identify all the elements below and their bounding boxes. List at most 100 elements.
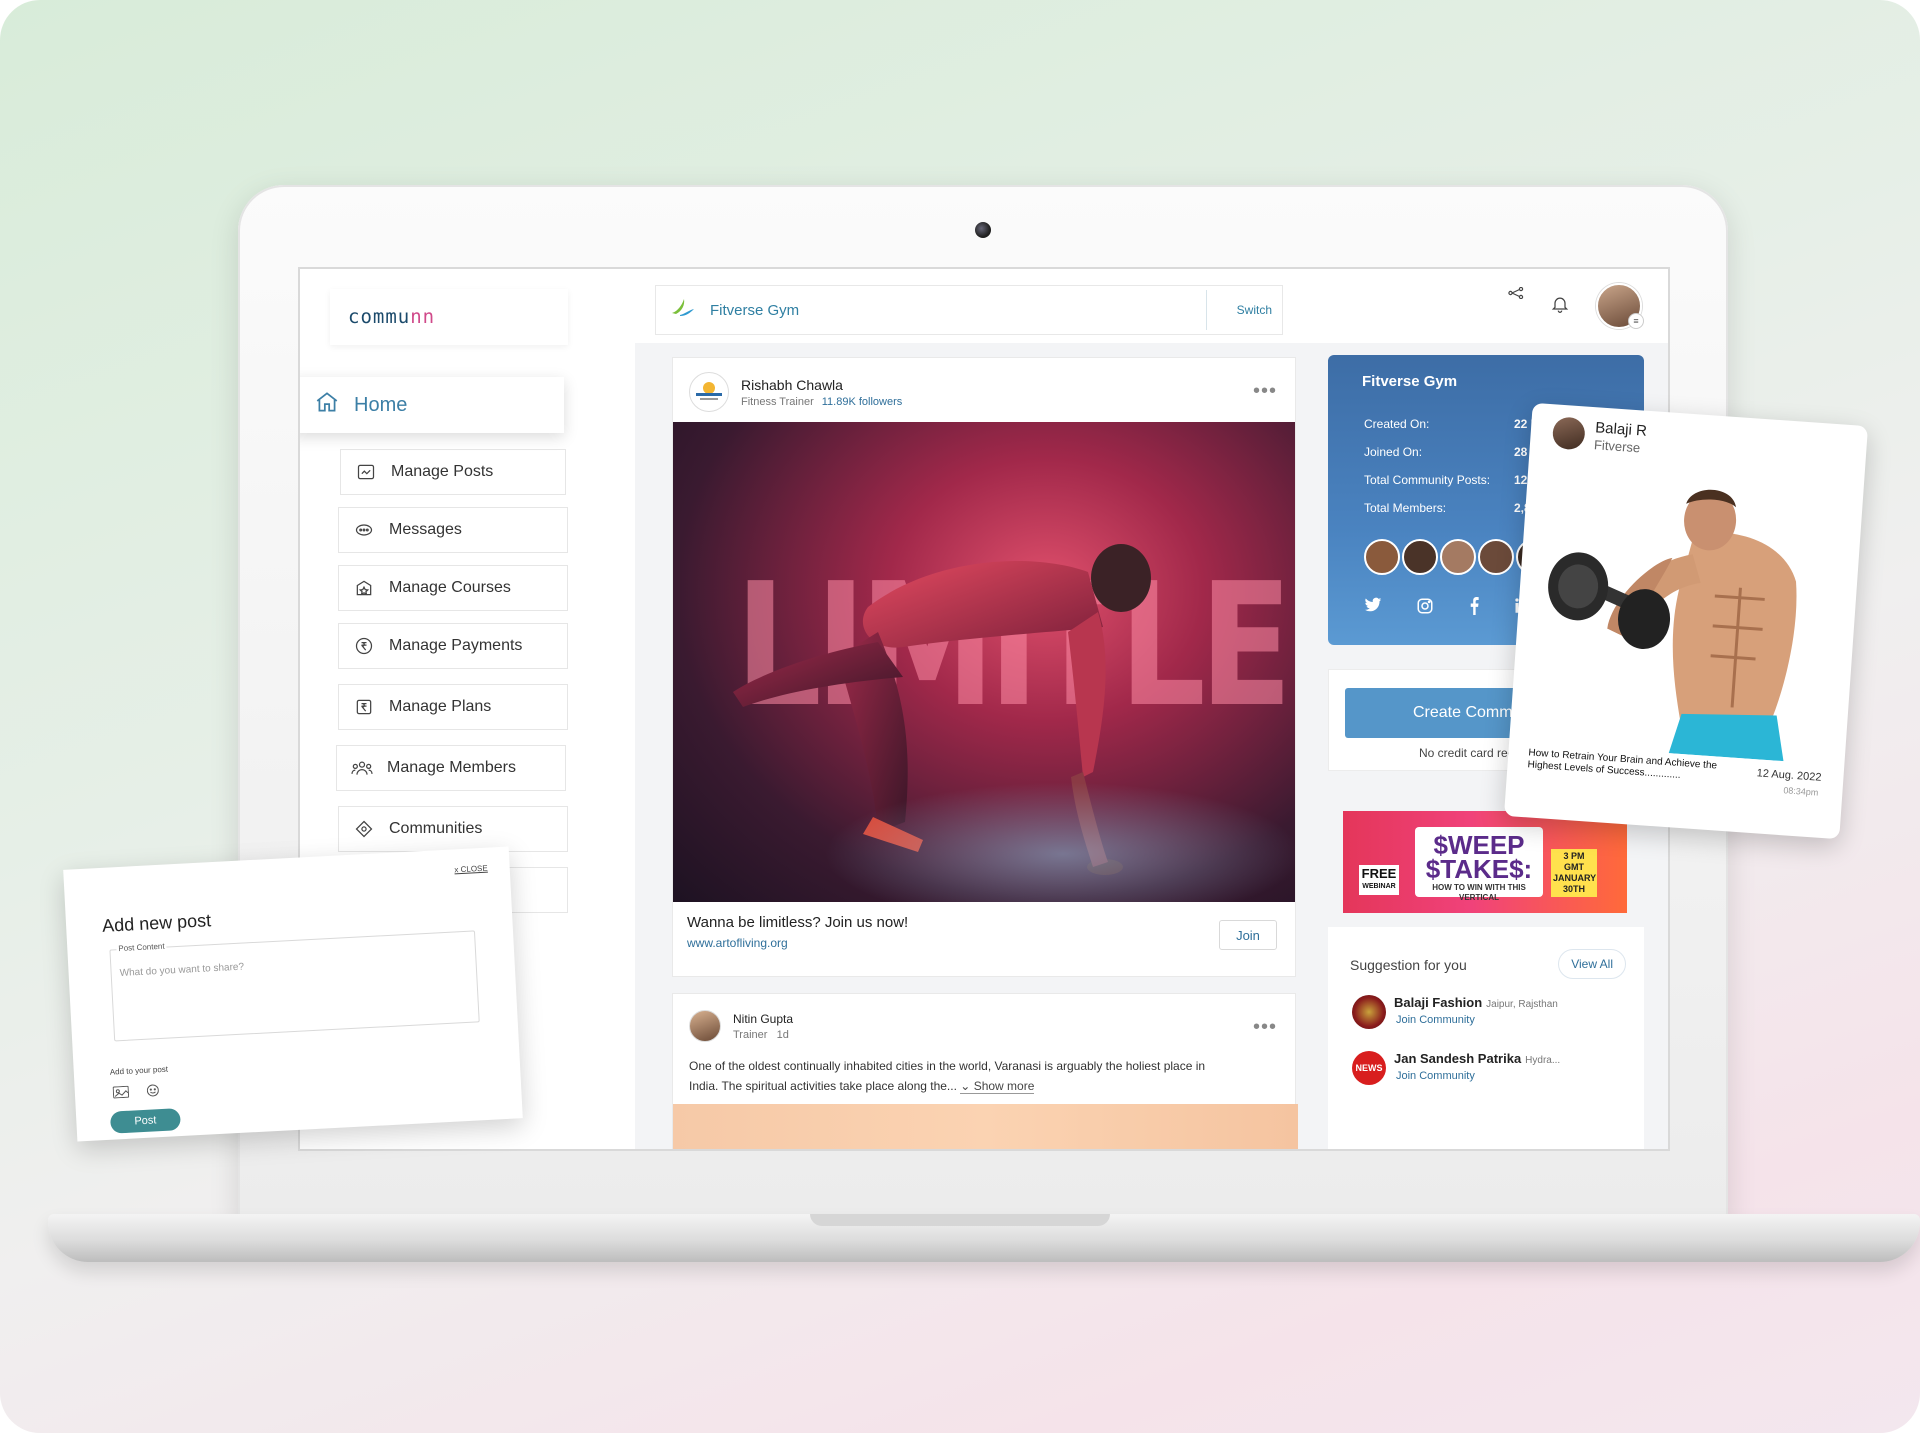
info-row: Created On:22 Feb. 20 — [1364, 417, 1572, 431]
author-avatar[interactable] — [1551, 416, 1586, 451]
plans-icon — [353, 696, 375, 718]
field-placeholder: What do you want to share? — [119, 961, 245, 980]
sidebar-item-communities[interactable]: Communities — [338, 806, 568, 852]
community-switcher[interactable]: Fitverse Gym Switch — [655, 285, 1283, 335]
sidebar-item-manage-courses[interactable]: Manage Courses — [338, 565, 568, 611]
author-meta: Trainer 1d — [733, 1029, 793, 1041]
laptop-notch — [810, 1214, 1110, 1226]
topbar: Fitverse Gym Switch ≡ — [635, 269, 1668, 343]
community-logo-icon — [670, 297, 696, 324]
member-avatar[interactable] — [1402, 539, 1438, 575]
show-more-label: Show more — [973, 1079, 1035, 1093]
facebook-icon[interactable] — [1468, 597, 1480, 620]
post-text-line: One of the oldest continually inhabited … — [689, 1059, 1206, 1073]
community-logo — [1352, 995, 1386, 1029]
post-text: One of the oldest continually inhabited … — [689, 1056, 1279, 1096]
post-image[interactable]: LIMITLESS — [673, 422, 1295, 902]
emoji-icon[interactable] — [146, 1083, 159, 1102]
divider — [1206, 290, 1207, 330]
news-logo-icon: NEWS — [1352, 1051, 1386, 1085]
info-label: Total Members: — [1364, 501, 1447, 515]
menu-icon[interactable]: ≡ — [1628, 313, 1644, 329]
sidebar-item-label: Manage Plans — [389, 698, 492, 715]
info-label: Created On: — [1364, 417, 1430, 431]
post-age: 1d — [776, 1028, 789, 1041]
switch-button[interactable]: Switch — [1237, 303, 1272, 317]
post-time: 08:34pm — [1783, 785, 1819, 798]
post-date: 12 Aug. 2022 — [1756, 767, 1822, 784]
modal-title: Add new post — [101, 910, 212, 936]
sidebar-item-label: Manage Payments — [389, 637, 523, 654]
sidebar-item-manage-posts[interactable]: Manage Posts — [340, 449, 566, 495]
community-name: Fitverse Gym — [710, 301, 800, 319]
info-label: Total Community Posts: — [1364, 473, 1491, 487]
author-meta: Fitness Trainer 11.89K followers — [741, 396, 902, 408]
info-row: Total Members:2,832 — [1364, 501, 1544, 515]
sidebar-item-messages[interactable]: Messages — [338, 507, 568, 553]
suggestion-item[interactable]: NEWS Jan Sandesh Patrika Hydra... Join Co… — [1352, 1051, 1560, 1085]
join-community-link[interactable]: Join Community — [1396, 1014, 1558, 1026]
post-text-line: India. The spiritual activities take pla… — [689, 1076, 1279, 1096]
author-name[interactable]: Nitin Gupta — [733, 1012, 793, 1026]
payments-icon — [353, 635, 375, 657]
sidebar-item-label: Manage Members — [387, 759, 516, 776]
post-content-field[interactable]: Post Content What do you want to share? — [109, 930, 480, 1042]
author-avatar[interactable] — [689, 372, 729, 412]
member-avatar[interactable] — [1440, 539, 1476, 575]
suggestions-card: Suggestion for you View All Balaji Fashi… — [1328, 927, 1644, 1149]
sidebar-item-manage-members[interactable]: Manage Members — [336, 745, 566, 791]
author-name[interactable]: Rishabh Chawla — [741, 377, 902, 393]
ad-headline: $WEEP $TAKE$: HOW TO WIN WITH THIS VERTIC… — [1415, 827, 1543, 902]
post-image[interactable] — [673, 1104, 1298, 1149]
more-options-icon[interactable]: ••• — [1253, 380, 1277, 403]
info-row: Total Community Posts:1280 — [1364, 473, 1541, 487]
app-logo[interactable]: commu nn — [330, 289, 568, 345]
social-links — [1364, 597, 1532, 620]
suggestion-name: Jan Sandesh Patrika — [1394, 1051, 1522, 1066]
bodybuilder-image — [1548, 489, 1797, 762]
suggestion-location: Jaipur, Rajsthan — [1486, 999, 1558, 1010]
post-card: Nitin Gupta Trainer 1d ••• One of the ol… — [672, 993, 1298, 1149]
info-row: Joined On:28 Feb. 2 — [1364, 445, 1565, 459]
sidebar-item-manage-payments[interactable]: Manage Payments — [338, 623, 568, 669]
home-icon — [314, 389, 340, 421]
post-button[interactable]: Post — [109, 1108, 181, 1134]
bell-icon[interactable] — [1550, 293, 1570, 320]
author-name: Balaji R — [1594, 419, 1648, 440]
webcam — [975, 222, 991, 238]
author-avatar[interactable] — [689, 1010, 721, 1042]
fog-effect — [823, 782, 1295, 902]
view-all-button[interactable]: View All — [1558, 949, 1626, 979]
ad-date: 3 PM GMT JANUARY 30TH — [1551, 849, 1597, 897]
join-community-link[interactable]: Join Community — [1396, 1070, 1560, 1082]
community-title: Fitverse Gym — [1362, 373, 1458, 390]
floating-post-card[interactable]: Balaji R Fitverse How to Retrain Your Br… — [1503, 402, 1869, 840]
info-label: Joined On: — [1364, 445, 1423, 459]
image-icon[interactable] — [112, 1085, 130, 1104]
ad-headline-text: $WEEP $TAKE$: — [1425, 830, 1533, 884]
sidebar-item-manage-plans[interactable]: Manage Plans — [338, 684, 568, 730]
sidebar-item-home[interactable]: Home — [300, 377, 564, 433]
topbar-actions: ≡ — [1508, 283, 1644, 329]
post-link[interactable]: www.artofliving.org — [687, 936, 788, 950]
suggestion-location: Hydra... — [1525, 1055, 1561, 1066]
suggestion-item[interactable]: Balaji Fashion Jaipur, Rajsthan Join Comm… — [1352, 995, 1558, 1029]
close-button[interactable]: x CLOSE — [454, 864, 488, 875]
attachment-icons — [112, 1083, 160, 1104]
more-options-icon[interactable]: ••• — [1253, 1016, 1277, 1039]
show-more-link[interactable]: ⌄ Show more — [960, 1079, 1035, 1094]
member-avatar[interactable] — [1478, 539, 1514, 575]
suggestion-name-row: Jan Sandesh Patrika Hydra... — [1394, 1051, 1560, 1066]
instagram-icon[interactable] — [1416, 597, 1434, 620]
sidebar-item-label: Home — [354, 393, 408, 416]
field-label: Post Content — [116, 941, 167, 954]
post-text-line-2: India. The spiritual activities take pla… — [689, 1079, 957, 1093]
join-button[interactable]: Join — [1219, 920, 1277, 950]
user-avatar[interactable]: ≡ — [1596, 283, 1644, 329]
share-icon[interactable] — [1508, 286, 1524, 304]
sidebar-item-label: Messages — [389, 521, 462, 538]
ad-banner[interactable]: FREE WEBINAR $WEEP $TAKE$: HOW TO WIN WITH… — [1343, 811, 1627, 913]
member-avatar[interactable] — [1364, 539, 1400, 575]
follower-count: 11.89K followers — [821, 395, 903, 408]
twitter-icon[interactable] — [1364, 597, 1382, 620]
